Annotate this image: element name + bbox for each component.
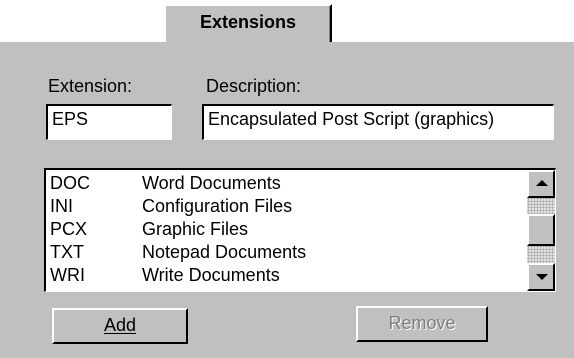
list-item-description: Notepad Documents — [142, 242, 307, 262]
list-item-extension: WRI — [50, 265, 85, 285]
extensions-listbox[interactable]: DOC Word Documents INI Configuration Fil… — [44, 168, 556, 292]
list-item-extension: TXT — [50, 242, 84, 262]
list-item[interactable]: PCX Graphic Files — [50, 218, 525, 241]
add-button[interactable]: Add — [52, 308, 188, 344]
list-scrollbar[interactable] — [527, 170, 555, 291]
arrow-up-icon — [536, 180, 548, 186]
list-item[interactable]: WRI Write Documents — [50, 264, 525, 287]
tab-extensions[interactable]: Extensions — [164, 4, 332, 42]
extensions-panel: Extension: Description: EPS Encapsulated… — [0, 40, 574, 358]
extension-field[interactable]: EPS — [46, 104, 172, 140]
list-item[interactable]: INI Configuration Files — [50, 195, 525, 218]
list-item-description: Configuration Files — [142, 196, 293, 216]
remove-button: Remove — [356, 306, 488, 342]
list-item-description: Graphic Files — [142, 219, 249, 239]
description-label: Description: — [206, 76, 302, 96]
list-item-description: Word Documents — [142, 173, 281, 193]
extensions-list: DOC Word Documents INI Configuration Fil… — [50, 172, 525, 291]
arrow-down-icon — [536, 274, 548, 280]
scroll-thumb[interactable] — [527, 214, 555, 246]
scroll-down-button[interactable] — [527, 263, 555, 291]
list-item-extension: INI — [50, 196, 74, 216]
scroll-up-button[interactable] — [527, 170, 555, 198]
list-item-extension: DOC — [50, 173, 90, 193]
add-button-label: Add — [103, 315, 137, 335]
list-item-extension: PCX — [50, 219, 88, 239]
tab-extensions-label: Extensions — [199, 12, 297, 32]
extension-label: Extension: — [48, 76, 133, 96]
description-field[interactable]: Encapsulated Post Script (graphics) — [202, 104, 554, 140]
remove-button-label: Remove — [388, 313, 456, 333]
list-item[interactable]: DOC Word Documents — [50, 172, 525, 195]
list-item[interactable]: TXT Notepad Documents — [50, 241, 525, 264]
list-item-description: Write Documents — [142, 265, 280, 285]
